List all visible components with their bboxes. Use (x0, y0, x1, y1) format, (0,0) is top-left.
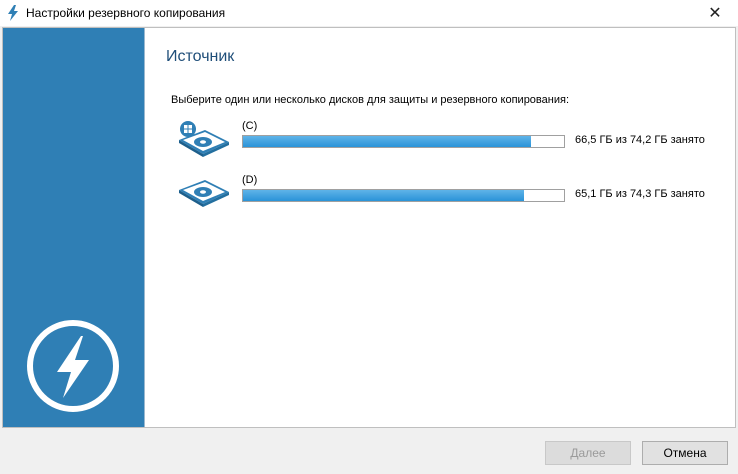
disk-label: (C) (242, 120, 258, 132)
disk-usage-fill (243, 136, 531, 147)
close-button[interactable]: ✕ (692, 0, 738, 26)
next-button[interactable]: Далее (545, 441, 631, 465)
disk-usage-fill (243, 190, 525, 201)
lightning-logo-icon (27, 320, 119, 412)
app-lightning-icon (0, 0, 26, 26)
disk-label: (D) (242, 174, 258, 186)
title-bar: Настройки резервного копирования ✕ (0, 0, 738, 26)
main-panel: Источник Выберите один или несколько дис… (144, 28, 735, 427)
backup-settings-window: Настройки резервного копирования ✕ Источ… (0, 0, 738, 474)
disk-item-c[interactable]: (C) 66,5 ГБ из 74,2 ГБ занято (175, 120, 705, 160)
sidebar (3, 28, 144, 427)
footer: Далее Отмена (0, 428, 738, 474)
window-title: Настройки резервного копирования (26, 6, 226, 20)
disk-usage-bar (242, 135, 565, 148)
disk-item-d[interactable]: (D) 65,1 ГБ из 74,3 ГБ занято (175, 174, 705, 214)
disk-usage-text: 66,5 ГБ из 74,2 ГБ занято (575, 134, 705, 146)
cancel-button[interactable]: Отмена (642, 441, 728, 465)
content-frame: Источник Выберите один или несколько дис… (2, 27, 736, 428)
hard-drive-icon (179, 180, 229, 207)
instruction-text: Выберите один или несколько дисков для з… (171, 94, 569, 106)
system-drive-icon (179, 121, 229, 157)
disk-usage-text: 65,1 ГБ из 74,3 ГБ занято (575, 188, 705, 200)
page-title: Источник (166, 48, 235, 65)
disk-usage-bar (242, 189, 565, 202)
